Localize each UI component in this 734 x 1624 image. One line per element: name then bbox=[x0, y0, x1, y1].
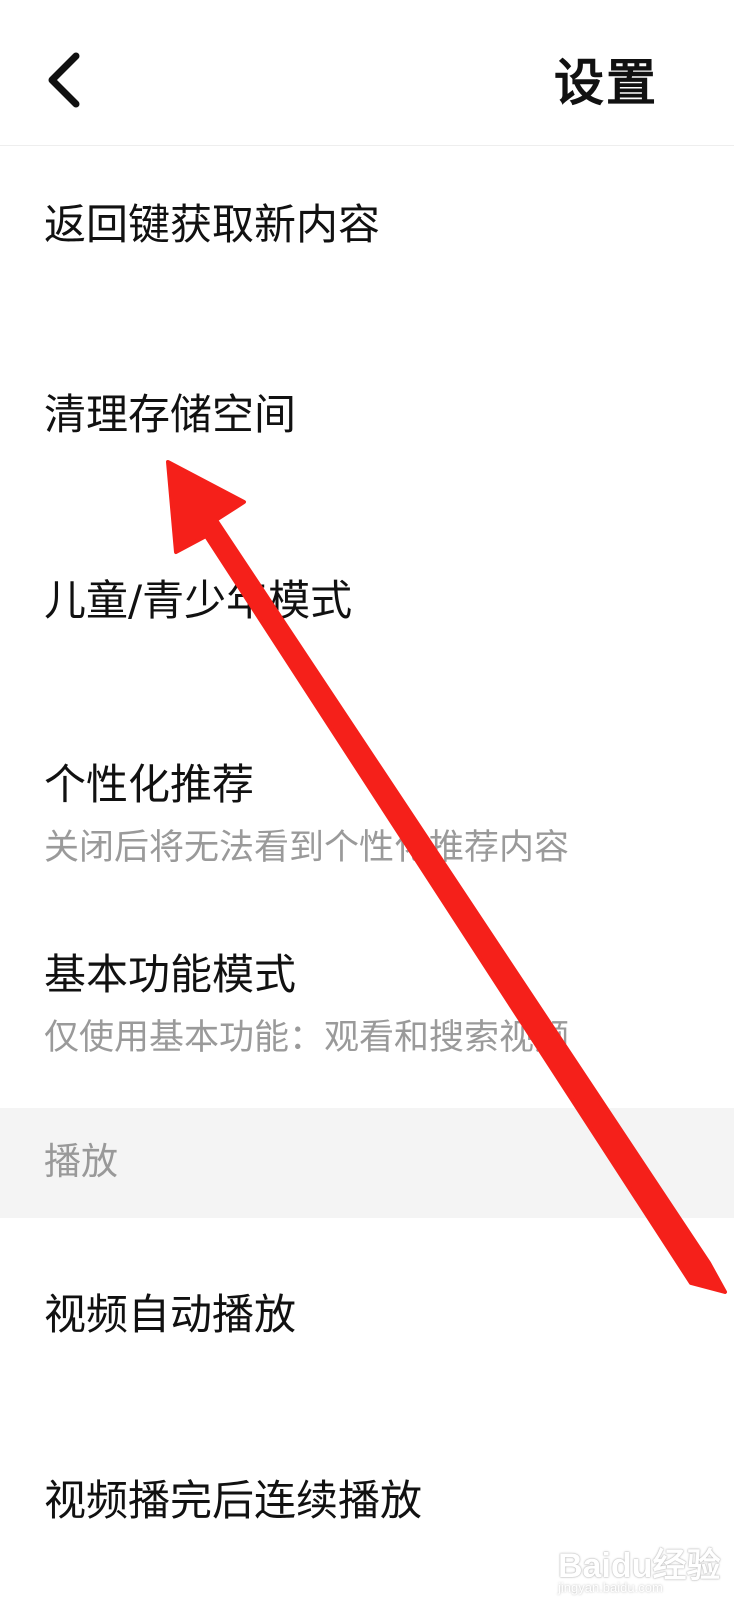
baidu-watermark: Baidu经验 jingyan.baidu.com bbox=[558, 1538, 720, 1602]
setting-title: 基本功能模式 bbox=[44, 950, 297, 999]
watermark-url: jingyan.baidu.com bbox=[558, 1580, 663, 1595]
setting-kids-teen-mode[interactable]: 儿童/青少年模式 bbox=[0, 512, 734, 692]
setting-title: 清理存储空间 bbox=[44, 390, 297, 439]
section-label: 播放 bbox=[44, 1140, 118, 1183]
chevron-left-icon bbox=[48, 52, 80, 108]
top-bar: 设置 bbox=[0, 0, 734, 146]
setting-title: 视频自动播放 bbox=[44, 1290, 297, 1339]
setting-subtitle: 仅使用基本功能：观看和搜索视频 bbox=[44, 1018, 570, 1058]
setting-clear-storage[interactable]: 清理存储空间 bbox=[0, 326, 734, 512]
setting-video-autoplay[interactable]: 视频自动播放 bbox=[0, 1218, 734, 1408]
back-button[interactable] bbox=[30, 40, 110, 120]
setting-title: 儿童/青少年模式 bbox=[44, 576, 353, 625]
setting-personalized-recommendation[interactable]: 个性化推荐 关闭后将无法看到个性化推荐内容 bbox=[0, 730, 734, 900]
section-header-playback: 播放 bbox=[0, 1108, 734, 1218]
setting-title: 个性化推荐 bbox=[44, 760, 255, 809]
setting-back-key-refresh[interactable]: 返回键获取新内容 bbox=[0, 146, 734, 326]
settings-screen: 设置 返回键获取新内容 清理存储空间 儿童/青少年模式 个性化推荐 关闭后将无法… bbox=[0, 0, 734, 1624]
setting-title: 返回键获取新内容 bbox=[44, 200, 381, 249]
page-title: 设置 bbox=[554, 54, 658, 112]
setting-title: 视频播完后连续播放 bbox=[44, 1476, 423, 1525]
setting-basic-function-mode[interactable]: 基本功能模式 仅使用基本功能：观看和搜索视频 bbox=[0, 920, 734, 1090]
setting-subtitle: 关闭后将无法看到个性化推荐内容 bbox=[44, 828, 570, 868]
